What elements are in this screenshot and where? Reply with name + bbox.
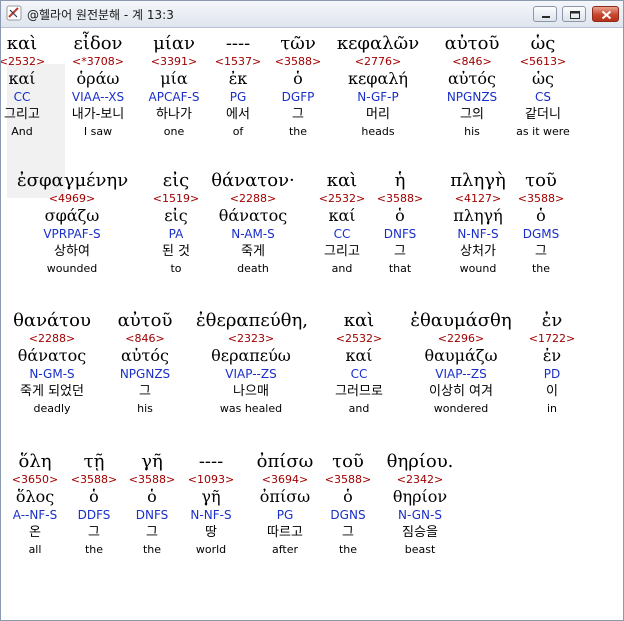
word-column[interactable]: ἐθεραπεύθη, <2323> θεραπεύω VIAP--ZS 나으매 was … bbox=[196, 310, 308, 417]
english-gloss: was healed bbox=[219, 402, 283, 415]
word-column[interactable]: ὡς <5613> ὡς CS 같더니 as it were bbox=[488, 33, 598, 140]
english-gloss: the bbox=[531, 262, 551, 275]
lexical-form: ὡς bbox=[531, 69, 554, 88]
strong-number: <4969> bbox=[48, 192, 96, 205]
lexical-form: ὁ bbox=[536, 206, 546, 225]
english-gloss: in bbox=[546, 402, 558, 415]
parsing-code: DGMS bbox=[522, 227, 560, 241]
close-button[interactable] bbox=[592, 6, 619, 22]
greek-word: θηρίου. bbox=[386, 451, 454, 472]
parsing-code: PD bbox=[543, 367, 561, 381]
korean-meaning: 짐승을 bbox=[402, 525, 438, 540]
greek-word: τοῦ bbox=[525, 170, 557, 191]
parsing-code: CC bbox=[350, 367, 368, 381]
english-gloss: beast bbox=[404, 543, 436, 556]
parsing-code: NPGNZS bbox=[119, 367, 171, 381]
greek-word: ἐν bbox=[541, 310, 563, 331]
greek-word: ἐθεραπεύθη, bbox=[196, 310, 308, 331]
word-column[interactable]: καὶ <2532> καί CC 그러므로 and bbox=[304, 310, 414, 417]
word-column[interactable]: ἐν <1722> ἐν PD 이 in bbox=[497, 310, 607, 417]
lexical-form: ἐν bbox=[542, 346, 562, 365]
lexical-form: σφάζω bbox=[44, 206, 100, 225]
bible-app-icon bbox=[6, 5, 22, 21]
strong-number: <2342> bbox=[396, 473, 444, 486]
english-gloss: his bbox=[137, 402, 153, 415]
word-column[interactable]: θηρίου. <2342> θηρίον N-GN-S 짐승을 beast bbox=[365, 451, 475, 558]
minimize-button[interactable] bbox=[533, 6, 557, 22]
interlinear-view: καὶ <2532> καί CC 그리고 And εἶδον <*3708> ὁράω VIAA… bbox=[1, 28, 622, 619]
korean-meaning: 상하여 bbox=[54, 244, 90, 259]
lexical-form: καί bbox=[345, 346, 373, 365]
strong-number: <5613> bbox=[519, 55, 567, 68]
strong-number: <1722> bbox=[528, 332, 576, 345]
korean-meaning: 같더니 bbox=[525, 107, 561, 122]
parsing-code: CS bbox=[535, 90, 551, 104]
korean-meaning: 그 bbox=[139, 384, 151, 399]
strong-number: <2532> bbox=[335, 332, 383, 345]
greek-word: αὐτοῦ bbox=[117, 310, 173, 331]
english-gloss: wounded bbox=[46, 262, 98, 275]
word-column[interactable]: τοῦ <3588> ὁ DGMS 그 the bbox=[486, 170, 596, 277]
maximize-icon bbox=[570, 11, 580, 19]
window-title: @헬라어 원전분해 - 계 13:3 bbox=[27, 8, 174, 22]
lexical-form: θεραπεύω bbox=[211, 346, 291, 365]
app-window: @헬라어 원전분해 - 계 13:3 καὶ <2532> καί CC 그리고 And ε… bbox=[0, 0, 624, 621]
greek-word: ὡς bbox=[530, 33, 556, 54]
english-gloss: and bbox=[348, 402, 370, 415]
strong-number: <2323> bbox=[227, 332, 275, 345]
word-column[interactable]: ἐσφαγμένην <4969> σφάζω VPRPAF-S 상하여 wounded bbox=[17, 170, 129, 277]
greek-word: ἐσφαγμένην bbox=[17, 170, 129, 191]
korean-meaning: 그 bbox=[535, 244, 547, 259]
lexical-form: θηρίον bbox=[392, 487, 448, 506]
parsing-code: VPRPAF-S bbox=[43, 227, 101, 241]
english-gloss: as it were bbox=[516, 125, 570, 138]
korean-meaning: 그러므로 bbox=[335, 384, 383, 399]
greek-word: καὶ bbox=[343, 310, 375, 331]
close-icon bbox=[601, 10, 612, 20]
parsing-code: VIAP--ZS bbox=[225, 367, 277, 381]
lexical-form: αὐτός bbox=[121, 346, 169, 365]
strong-number: <3588> bbox=[517, 192, 565, 205]
maximize-button[interactable] bbox=[562, 6, 586, 22]
word-column[interactable]: αὐτοῦ <846> αὐτός NPGNZS 그 his bbox=[90, 310, 200, 417]
korean-meaning: 이 bbox=[546, 384, 558, 399]
parsing-code: N-GN-S bbox=[398, 508, 442, 522]
title-bar[interactable]: @헬라어 원전분해 - 계 13:3 bbox=[1, 1, 623, 28]
korean-meaning: 나으매 bbox=[233, 384, 269, 399]
strong-number: <846> bbox=[125, 332, 165, 345]
minimize-icon bbox=[542, 16, 550, 18]
